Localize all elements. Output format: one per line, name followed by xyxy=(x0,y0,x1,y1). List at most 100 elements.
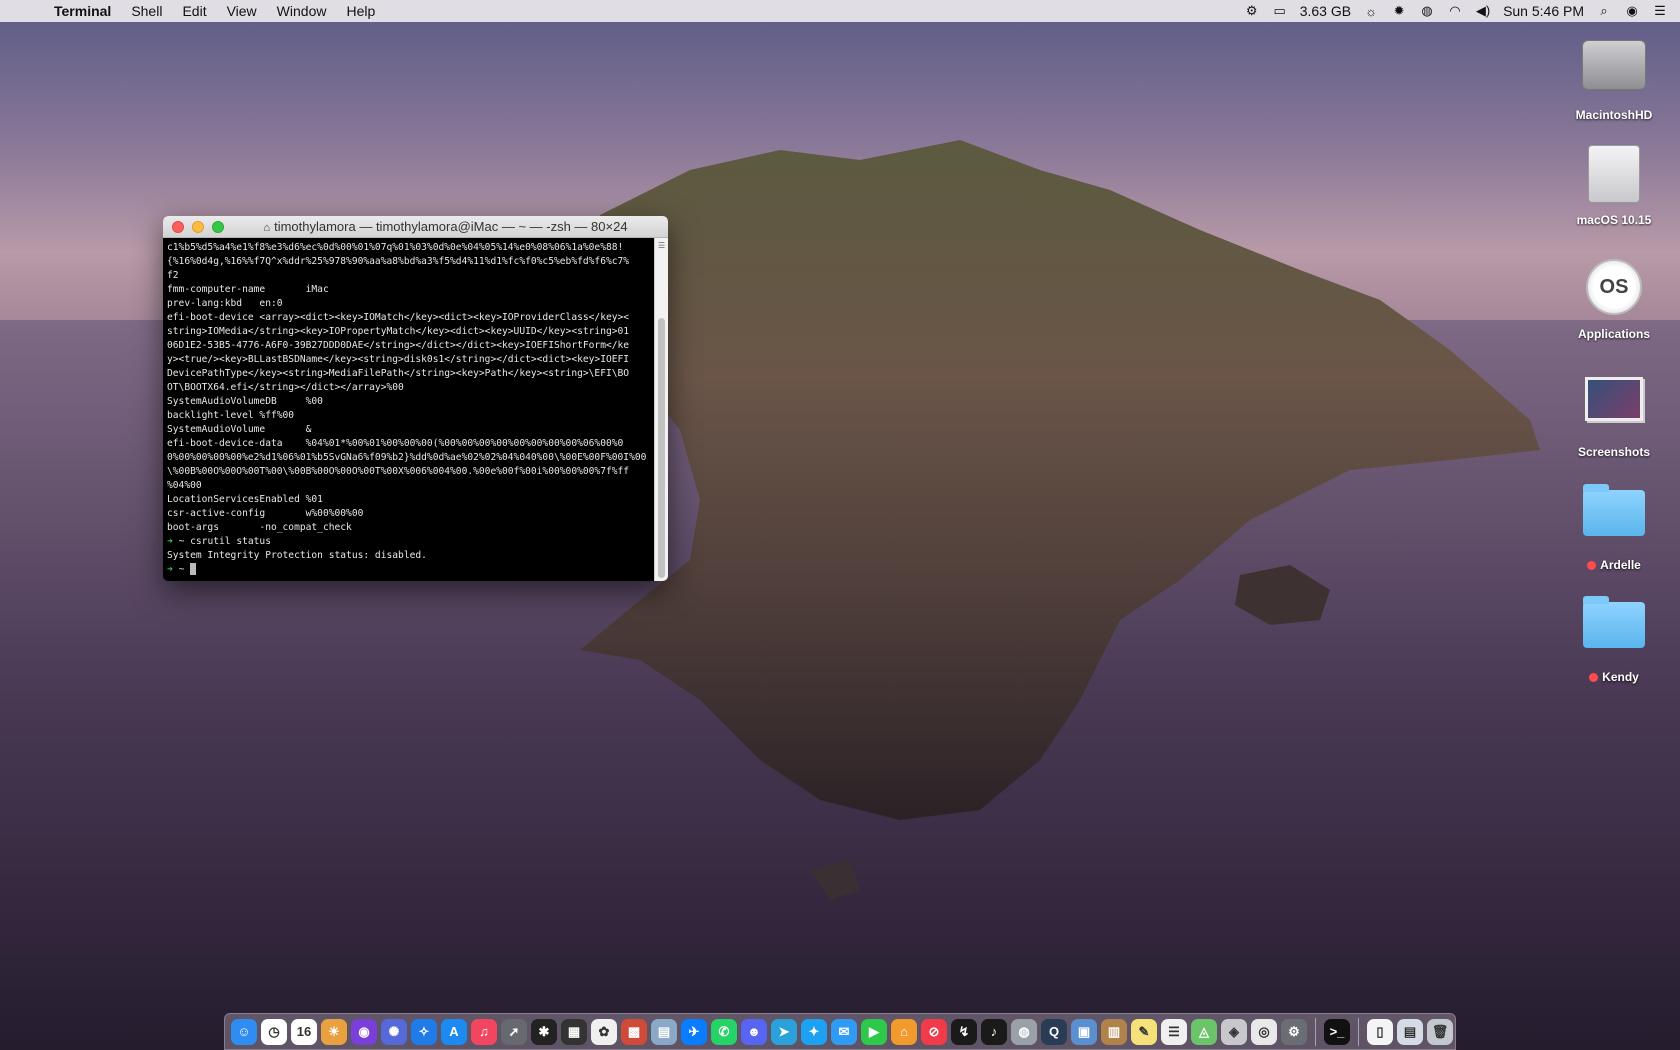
dock: ☺ ◷ 16 ☀ ◉ ✺ ✧ A ♫ ➚ ✱ ▦ ✿ ▩ ▤ ✈ ✆ ☻ ➤ ✦ ✉ ▶ ⌂ ⊘ ↯ ♪ ◍ Q ▣ ▥ ✎ ☰ ◬ ◈ ◎ ⚙ >_ ▯… xyxy=(224,1013,1456,1050)
terminal-icon[interactable]: >_ xyxy=(1324,1018,1350,1045)
desktop-icon-macintoshhd[interactable]: MacintoshHD xyxy=(1559,32,1669,122)
terminal-line: 06D1E2-53B5-4776-A6F0-39B27DDD0DAE</stri… xyxy=(167,340,630,351)
finder-icon[interactable]: ☺ xyxy=(231,1018,257,1045)
desktop-icon-label: Screenshots xyxy=(1577,445,1651,459)
spotlight-search-icon[interactable]: ⌕ xyxy=(1596,3,1612,19)
desktop-icon-screenshots[interactable]: Screenshots xyxy=(1559,367,1669,459)
terminal-output[interactable]: c1%b5%d5%a4%e1%f8%e3%d6%ec%0d%00%01%07q%… xyxy=(163,238,654,581)
terminal-line: 0%00%00%00%00%e2%d1%06%01%b5SvGNa6%f09%b… xyxy=(167,452,647,463)
desktop-icon-kendy[interactable]: Kendy xyxy=(1559,590,1669,684)
safari-icon[interactable]: ✧ xyxy=(411,1018,437,1045)
terminal-line: efi-boot-device-data %04%01*%00%01%00%00… xyxy=(167,438,624,449)
close-window-icon[interactable] xyxy=(172,220,184,233)
notification-center-icon[interactable]: ☰ xyxy=(1652,3,1668,19)
system-preferences-icon[interactable]: ⚙ xyxy=(1281,1018,1307,1045)
twitter-icon[interactable]: ✦ xyxy=(801,1018,827,1045)
scrollbar-thumb[interactable] xyxy=(658,318,665,578)
terminal-window[interactable]: ⌂ timothylamora — timothylamora@iMac — ~ … xyxy=(163,216,668,581)
terminal-scrollbar[interactable]: ☰ xyxy=(654,238,668,581)
terminal-line: %04%00 xyxy=(167,480,202,491)
reminders-icon[interactable]: ☰ xyxy=(1161,1018,1187,1045)
launchpad-icon[interactable]: ✺ xyxy=(381,1018,407,1045)
activity-icon[interactable]: ✱ xyxy=(531,1018,557,1045)
terminal-line: string>IOMedia</string><key>IOPropertyMa… xyxy=(167,326,630,337)
downloads-icon[interactable]: ▤ xyxy=(1397,1018,1423,1045)
notes-icon[interactable]: ✎ xyxy=(1131,1018,1157,1045)
messenger-icon[interactable]: ✈ xyxy=(681,1018,707,1045)
desktop-icon-ardelle[interactable]: Ardelle xyxy=(1559,478,1669,572)
whatsapp-icon[interactable]: ✆ xyxy=(711,1018,737,1045)
stocks-icon[interactable]: ↯ xyxy=(951,1018,977,1045)
voice-memos-icon[interactable]: ♪ xyxy=(981,1018,1007,1045)
screenshot-folder-icon xyxy=(1582,377,1646,441)
terminal-titlebar[interactable]: ⌂ timothylamora — timothylamora@iMac — ~ … xyxy=(163,216,668,238)
memory-icon[interactable]: ▭ xyxy=(1272,3,1288,19)
terminal-line: efi-boot-device <array><dict><key>IOMatc… xyxy=(167,312,630,323)
menu-shell[interactable]: Shell xyxy=(121,3,172,19)
siri-icon[interactable]: ◉ xyxy=(351,1018,377,1045)
window-title: ⌂ timothylamora — timothylamora@iMac — ~ … xyxy=(263,219,628,234)
desktop-icon-label: Ardelle xyxy=(1559,558,1669,572)
music-icon[interactable]: ♫ xyxy=(471,1018,497,1045)
terminal-line: csr-active-config w%00%00%00 xyxy=(167,508,364,519)
menu-clock[interactable]: Sun 5:46 PM xyxy=(1503,3,1584,19)
facetime-icon[interactable]: ▶ xyxy=(861,1018,887,1045)
menu-app-name[interactable]: Terminal xyxy=(44,3,121,19)
menu-window[interactable]: Window xyxy=(267,3,337,19)
folder-icon xyxy=(1582,596,1646,666)
maps-icon[interactable]: ◬ xyxy=(1191,1018,1217,1045)
desktop-icon-applications[interactable]: OS Applications xyxy=(1559,255,1669,341)
photo-booth-icon[interactable]: ☀ xyxy=(321,1018,347,1045)
document-icon[interactable]: ▯ xyxy=(1367,1018,1393,1045)
clock-icon[interactable]: ◷ xyxy=(261,1018,287,1045)
news-icon[interactable]: ⊘ xyxy=(921,1018,947,1045)
menu-help[interactable]: Help xyxy=(336,3,385,19)
installer-icon[interactable]: ◈ xyxy=(1221,1018,1247,1045)
preview-icon[interactable]: ▤ xyxy=(651,1018,677,1045)
brightness-icon[interactable]: ☼ xyxy=(1363,4,1379,19)
app-store-icon[interactable]: A xyxy=(441,1018,467,1045)
home-icon[interactable]: ⌂ xyxy=(891,1018,917,1045)
calendar-icon[interactable]: 16 xyxy=(291,1018,317,1045)
desktop-icon-label: MacintoshHD xyxy=(1575,108,1653,122)
sun-icon[interactable]: ✹ xyxy=(1391,3,1407,19)
terminal-line: OT\BOOTX64.efi</string></dict></array>%0… xyxy=(167,382,404,393)
folder-icon xyxy=(1582,484,1646,554)
menu-edit[interactable]: Edit xyxy=(172,3,216,19)
minimize-window-icon[interactable] xyxy=(192,220,204,233)
macos-installer-icon[interactable]: ◎ xyxy=(1251,1018,1277,1045)
macos-icon: OS xyxy=(1582,259,1646,323)
preview-2-icon[interactable]: ▣ xyxy=(1071,1018,1097,1045)
terminal-line: prev-lang:kbd en:0 xyxy=(167,298,283,309)
photos-icon[interactable]: ✿ xyxy=(591,1018,617,1045)
command-output: System Integrity Protection status: disa… xyxy=(167,550,427,561)
red-tag-icon xyxy=(1589,673,1599,683)
terminal-line: DevicePathType</key><string>MediaFilePat… xyxy=(167,368,630,379)
text-cursor xyxy=(190,563,197,575)
photo-editor-icon[interactable]: ▩ xyxy=(621,1018,647,1045)
discord-icon[interactable]: ☻ xyxy=(741,1018,767,1045)
quicktime-icon[interactable]: Q xyxy=(1041,1018,1067,1045)
executed-command: csrutil status xyxy=(190,536,271,547)
status-app-icon[interactable]: ⚙ xyxy=(1244,3,1260,19)
rocket-icon[interactable]: ➚ xyxy=(501,1018,527,1045)
scroll-marker-icon: ☰ xyxy=(658,241,666,250)
menu-view[interactable]: View xyxy=(217,3,267,19)
telegram-icon[interactable]: ➤ xyxy=(771,1018,797,1045)
notebook-icon[interactable]: ▥ xyxy=(1101,1018,1127,1045)
current-prompt: ➜ ~ xyxy=(167,563,650,577)
desktop-icon-macos-installer[interactable]: macOS 10.15 xyxy=(1559,143,1669,227)
messages-icon[interactable]: ✉ xyxy=(831,1018,857,1045)
zoom-window-icon[interactable] xyxy=(212,220,224,233)
home-folder-icon: ⌂ xyxy=(263,222,271,234)
siri-icon[interactable]: ◉ xyxy=(1624,3,1640,19)
memory-readout[interactable]: 3.63 GB xyxy=(1300,3,1351,19)
disk-utility-icon[interactable]: ◍ xyxy=(1011,1018,1037,1045)
terminal-line: SystemAudioVolume & xyxy=(167,424,312,435)
volume-icon[interactable]: ◀) xyxy=(1475,3,1491,19)
mission-control-icon[interactable]: ▦ xyxy=(561,1018,587,1045)
trash-icon[interactable]: 🗑 xyxy=(1427,1018,1453,1045)
vpn-icon[interactable]: ◍ xyxy=(1419,3,1435,19)
wifi-icon[interactable]: ◠ xyxy=(1447,3,1463,19)
prompt-arrow-icon: ➜ xyxy=(167,536,173,547)
